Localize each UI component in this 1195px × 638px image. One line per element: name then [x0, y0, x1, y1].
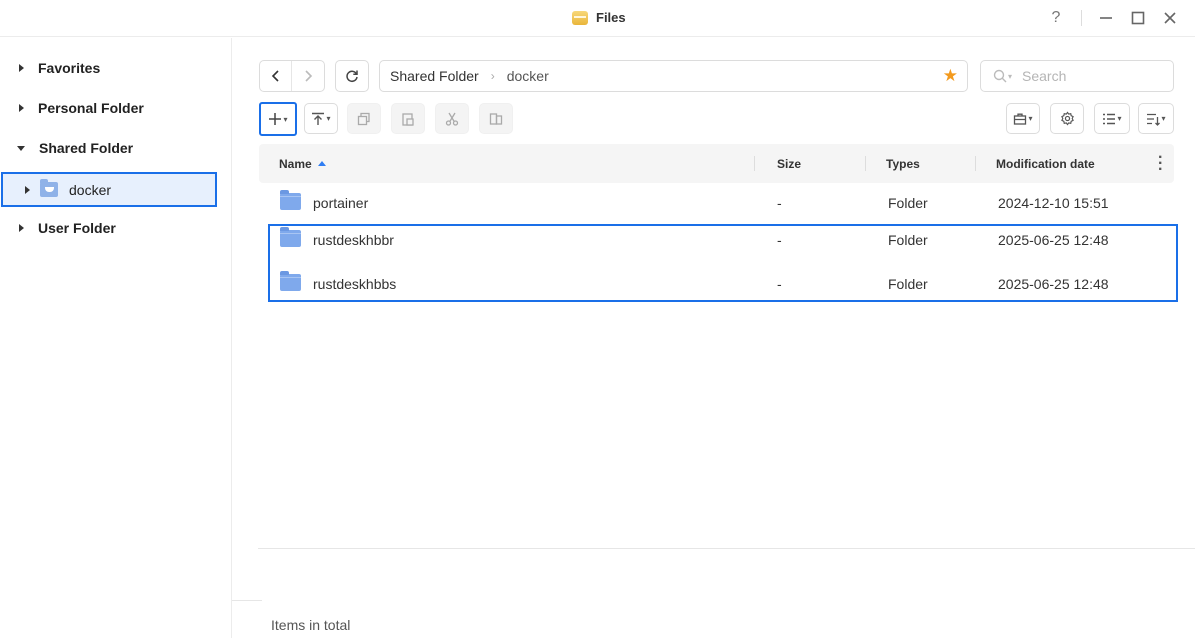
footer-divider: [258, 548, 1195, 549]
folder-icon: [280, 190, 301, 210]
dropdown-caret-icon: ▾: [1161, 114, 1166, 123]
copy-icon: [357, 112, 370, 125]
breadcrumb-item-docker[interactable]: docker: [507, 68, 549, 84]
briefcase-icon: [1014, 113, 1027, 125]
dropdown-caret-icon: ▾: [1028, 114, 1033, 123]
create-button[interactable]: ▾: [259, 102, 297, 136]
breadcrumb: Shared Folder › docker ★: [379, 60, 968, 92]
expand-arrow-icon[interactable]: [19, 64, 24, 72]
move-button[interactable]: [479, 103, 513, 134]
maximize-icon[interactable]: [1128, 8, 1148, 28]
more-options-icon[interactable]: · · ·: [1158, 150, 1163, 178]
sidebar-item-shared-folder[interactable]: Shared Folder: [0, 130, 220, 166]
files-app-icon: [572, 10, 588, 25]
sidebar-item-label: docker: [69, 181, 112, 198]
sort-ascending-icon: [317, 161, 326, 166]
file-type: Folder: [888, 195, 928, 211]
copy-button[interactable]: [347, 103, 381, 134]
expand-arrow-icon[interactable]: [25, 185, 30, 194]
gear-icon: [1060, 111, 1074, 126]
refresh-icon: [346, 70, 358, 83]
favorite-star-icon[interactable]: ★: [943, 66, 958, 86]
column-header-types[interactable]: Types: [886, 157, 920, 171]
back-button[interactable]: [260, 61, 292, 91]
tools-button[interactable]: ▾: [1006, 103, 1040, 134]
view-mode-button[interactable]: ▾: [1094, 103, 1130, 134]
docker-folder-icon: [40, 179, 58, 197]
settings-button[interactable]: [1050, 103, 1084, 134]
help-icon[interactable]: ?: [1046, 8, 1066, 28]
items-total-text: Items in total: [271, 617, 351, 633]
search-options-caret-icon[interactable]: ▾: [1008, 72, 1012, 81]
column-header-label: Name: [279, 157, 312, 171]
column-header-size[interactable]: Size: [777, 157, 801, 171]
divider: [1081, 10, 1082, 26]
navigation-buttons: [259, 60, 325, 92]
sidebar-item-user-folder[interactable]: User Folder: [0, 210, 220, 246]
cut-button[interactable]: [435, 103, 469, 134]
sort-button[interactable]: ▾: [1138, 103, 1174, 134]
list-view-icon: [1103, 113, 1116, 124]
sidebar-item-docker[interactable]: docker: [1, 172, 217, 207]
forward-button[interactable]: [292, 61, 324, 91]
close-icon[interactable]: [1160, 8, 1180, 28]
file-table-header: Name Size Types Modification date · · ·: [259, 144, 1174, 183]
sort-icon: [1147, 113, 1161, 126]
file-modified: 2024-12-10 15:51: [998, 195, 1109, 211]
column-header-modification-date[interactable]: Modification date: [996, 157, 1095, 171]
scissors-icon: [445, 112, 459, 126]
sidebar: Favorites Personal Folder Shared Folder …: [0, 38, 232, 638]
upload-icon: [312, 112, 325, 125]
sidebar-item-label: Shared Folder: [39, 140, 134, 156]
minimize-icon[interactable]: [1096, 8, 1116, 28]
column-resize-handle[interactable]: [975, 156, 976, 171]
title-bar: Files ?: [0, 0, 1195, 37]
refresh-button[interactable]: [335, 60, 369, 92]
plus-icon: [269, 113, 282, 125]
column-resize-handle[interactable]: [865, 156, 866, 171]
expand-arrow-icon[interactable]: [19, 224, 24, 232]
dropdown-caret-icon: ▾: [326, 114, 331, 123]
sidebar-item-label: Favorites: [38, 60, 101, 76]
footer-divider: [232, 600, 262, 601]
selection-highlight: [268, 224, 1178, 302]
window-title: Files: [572, 10, 626, 25]
sidebar-item-personal-folder[interactable]: Personal Folder: [0, 90, 220, 126]
column-header-name[interactable]: Name: [279, 157, 326, 171]
window-title-text: Files: [596, 10, 626, 25]
move-icon: [489, 112, 503, 125]
breadcrumb-item-shared-folder[interactable]: Shared Folder: [390, 68, 479, 84]
dropdown-caret-icon: ▾: [1117, 114, 1122, 123]
search-box[interactable]: ▾: [980, 60, 1174, 92]
file-name: portainer: [313, 195, 369, 211]
column-resize-handle[interactable]: [754, 156, 755, 171]
sidebar-item-favorites[interactable]: Favorites: [0, 50, 220, 86]
table-row[interactable]: portainer - Folder 2024-12-10 15:51: [259, 183, 1174, 223]
sidebar-item-label: User Folder: [38, 220, 116, 236]
upload-button[interactable]: ▾: [304, 103, 338, 134]
file-size: -: [777, 195, 782, 211]
search-input[interactable]: [1022, 68, 1163, 84]
expand-arrow-icon[interactable]: [19, 104, 24, 112]
dropdown-caret-icon: ▾: [283, 114, 288, 124]
search-icon: [993, 69, 1007, 83]
paste-icon: [402, 112, 414, 126]
breadcrumb-separator-icon: ›: [490, 69, 495, 83]
collapse-arrow-icon[interactable]: [17, 145, 25, 151]
paste-button[interactable]: [391, 103, 425, 134]
sidebar-item-label: Personal Folder: [38, 100, 144, 116]
